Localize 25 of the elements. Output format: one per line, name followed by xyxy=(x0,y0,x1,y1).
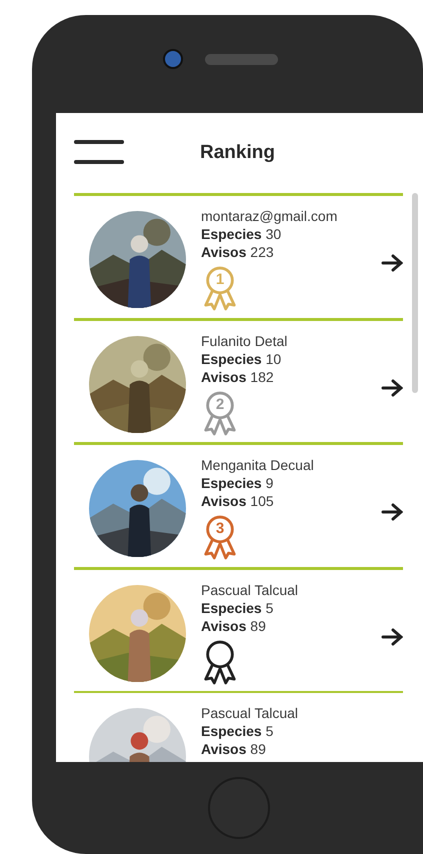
camera-icon xyxy=(163,49,183,69)
rank-number: 3 xyxy=(214,520,226,538)
reports-count: Avisos 89 xyxy=(201,741,267,757)
arrow-right-icon[interactable] xyxy=(381,502,403,522)
species-count: Especies 30 xyxy=(201,226,282,242)
user-name: Menganita Decual xyxy=(201,457,315,473)
species-count: Especies 9 xyxy=(201,475,274,491)
rank-number: 2 xyxy=(214,396,226,414)
user-name: Pascual Talcual xyxy=(201,705,300,721)
reports-count: Avisos 105 xyxy=(201,493,275,509)
reports-count: Avisos 223 xyxy=(201,244,275,260)
species-count: Especies 10 xyxy=(201,350,282,366)
menu-icon[interactable] xyxy=(74,140,124,166)
arrow-right-icon[interactable] xyxy=(381,253,403,273)
rank-number: 1 xyxy=(214,271,226,289)
species-count: Especies 5 xyxy=(201,600,274,616)
screen-title: Ranking xyxy=(200,142,275,164)
user-name: Pascual Talcual xyxy=(201,582,300,598)
reports-count: Avisos 89 xyxy=(201,618,267,634)
user-name: montaraz@gmail.com xyxy=(201,208,338,224)
arrow-right-icon[interactable] xyxy=(381,626,403,646)
arrow-right-icon[interactable] xyxy=(381,378,403,398)
reports-count: Avisos 182 xyxy=(201,368,275,384)
species-count: Especies 5 xyxy=(201,723,274,739)
user-name: Fulanito Detal xyxy=(201,332,288,348)
